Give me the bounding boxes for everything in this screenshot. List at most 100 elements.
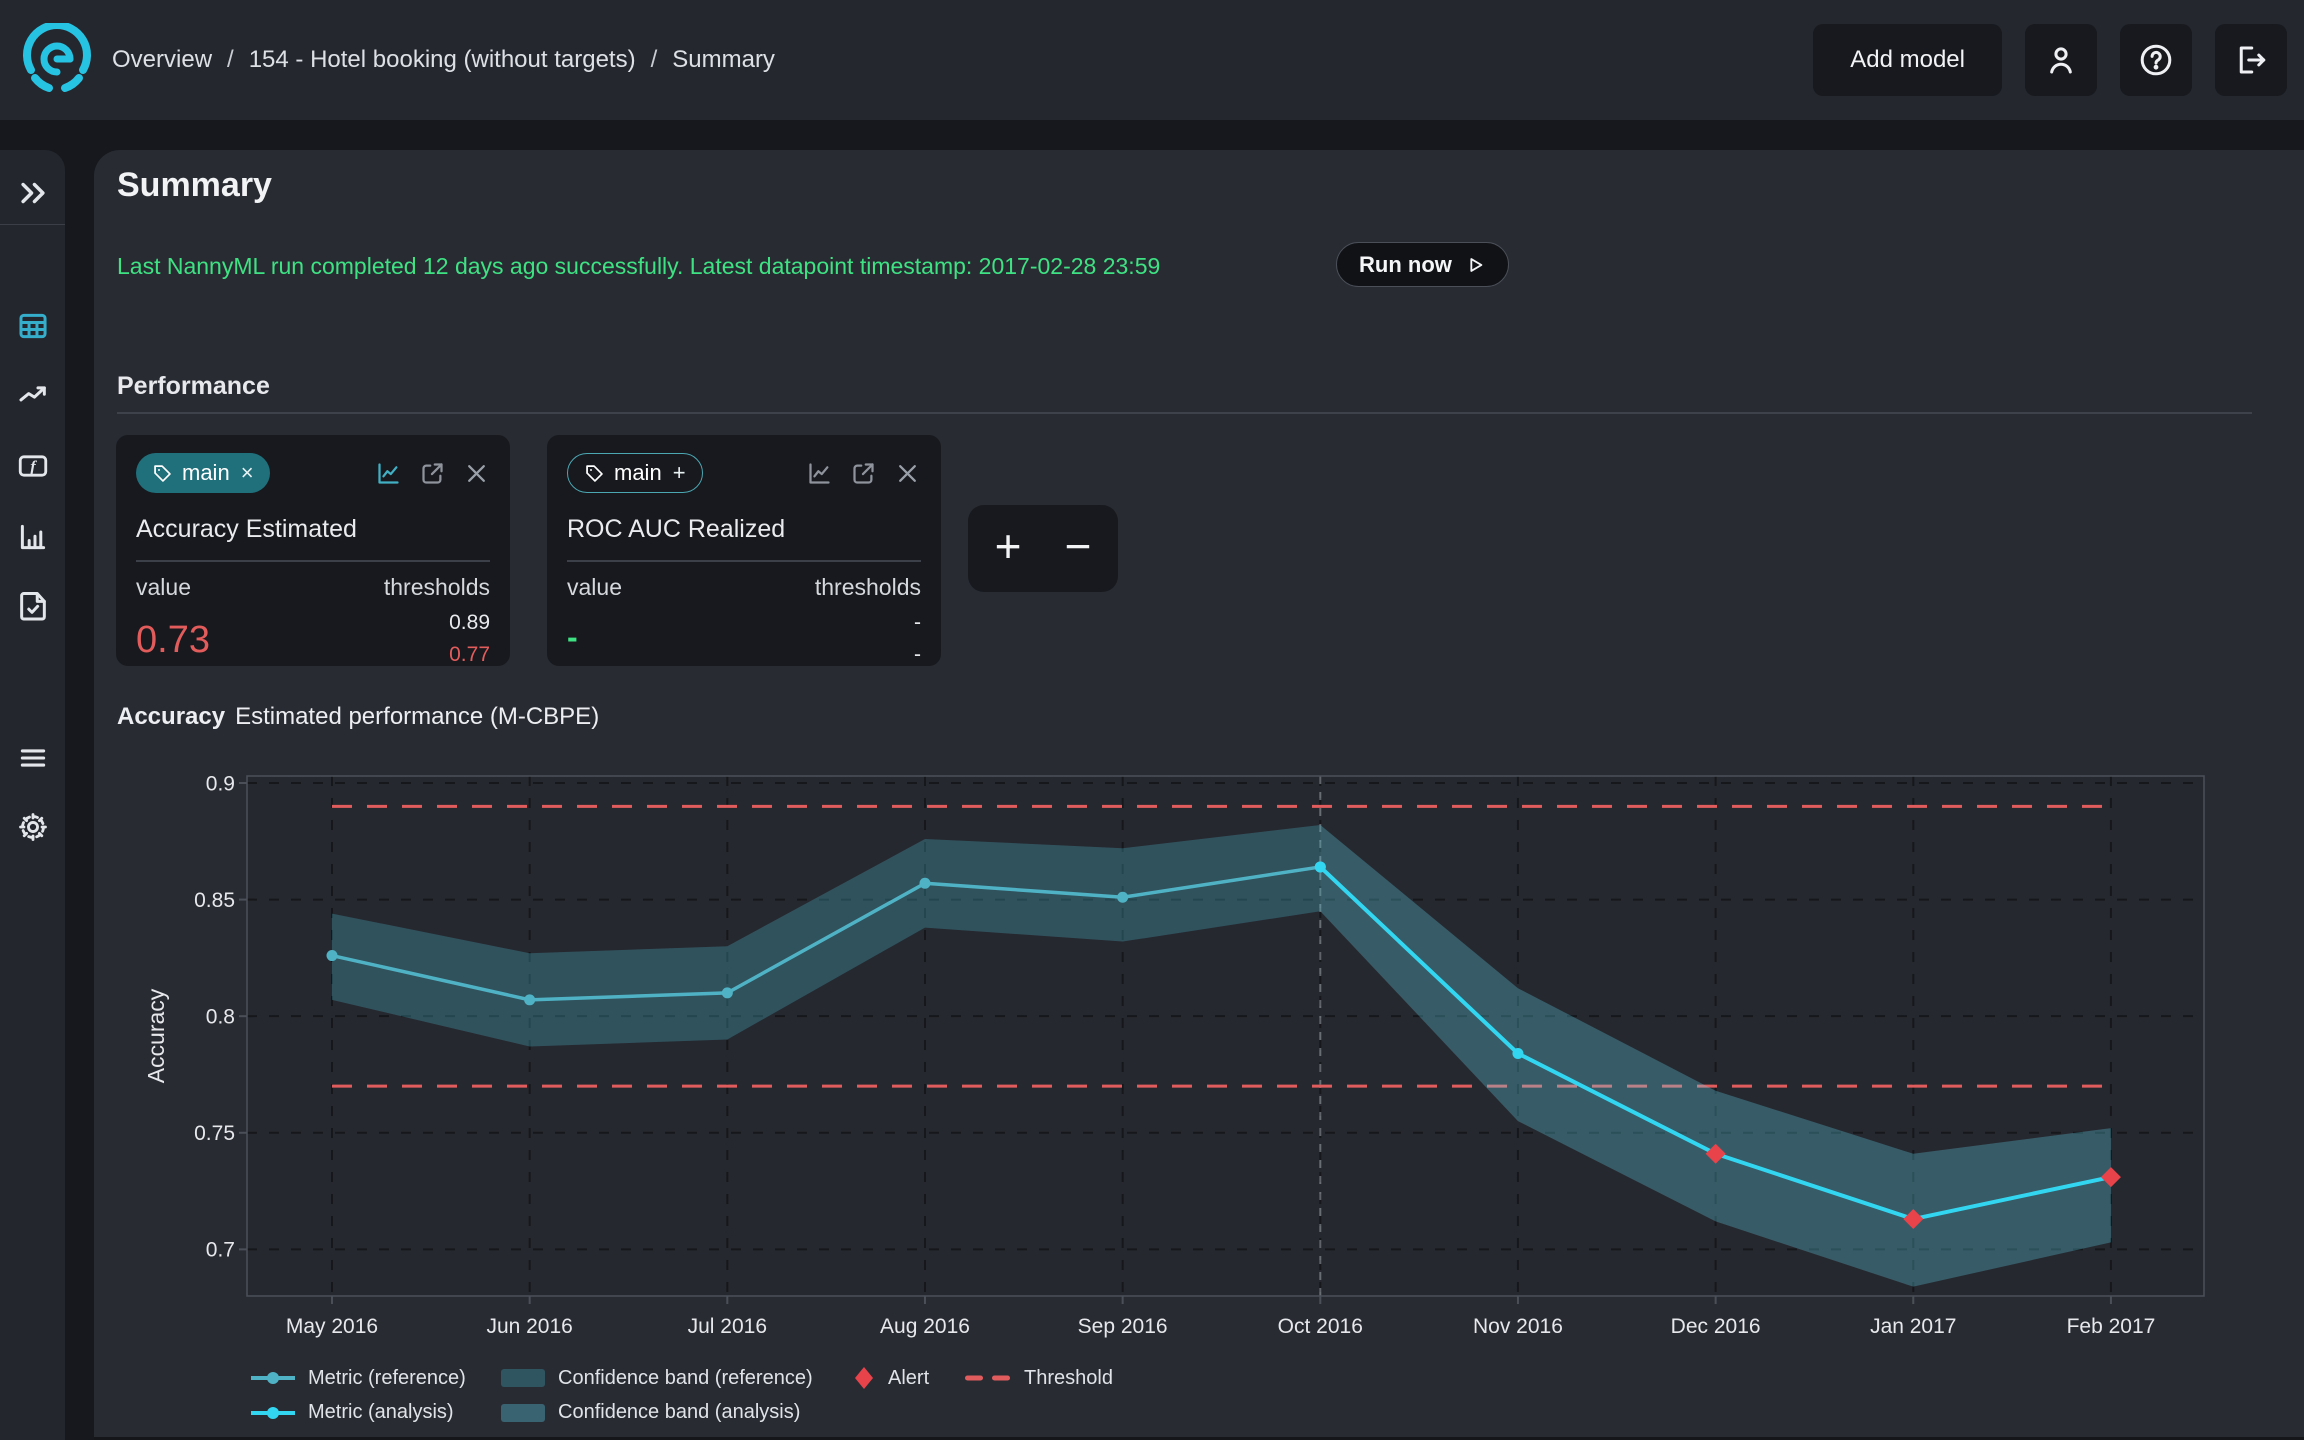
legend-label: Alert (888, 1367, 929, 1390)
legend-alert[interactable]: Alert (853, 1366, 965, 1390)
legend-label: Confidence band (analysis) (558, 1401, 800, 1424)
tag-pill-main[interactable]: main × (136, 453, 270, 493)
chart-legend: Metric (reference) Confidence band (refe… (251, 1366, 1185, 1424)
data-point-marker[interactable] (327, 950, 338, 961)
sidebar-item-settings[interactable] (0, 804, 65, 850)
chart-title: Accuracy Estimated performance (M-CBPE) (117, 703, 599, 731)
legend-metric-analysis[interactable]: Metric (analysis) (251, 1401, 501, 1424)
breadcrumb-overview[interactable]: Overview (112, 46, 212, 74)
x-axis-label: Nov 2016 (1473, 1315, 1563, 1338)
sidebar-item-menu[interactable] (0, 735, 65, 781)
breadcrumb: Overview / 154 - Hotel booking (without … (112, 0, 775, 120)
status-message: Last NannyML run completed 12 days ago s… (117, 253, 1160, 280)
legend-label: Confidence band (reference) (558, 1367, 813, 1390)
threshold-high: 0.89 (449, 607, 490, 639)
page-title: Summary (117, 166, 272, 205)
close-icon[interactable] (894, 460, 921, 487)
svg-text:f: f (30, 457, 37, 476)
x-axis-label: Dec 2016 (1671, 1315, 1761, 1338)
thresholds-label: thresholds (384, 574, 490, 601)
x-axis-label: Jun 2016 (486, 1315, 572, 1338)
nannyml-logo-icon[interactable] (21, 23, 93, 95)
user-button[interactable] (2025, 24, 2097, 96)
x-axis-label: May 2016 (286, 1315, 378, 1338)
main-panel: Summary Last NannyML run completed 12 da… (94, 150, 2304, 1437)
legend-label: Threshold (1024, 1367, 1113, 1390)
chevrons-right-icon (16, 176, 50, 210)
threshold-low: - (914, 639, 921, 671)
y-axis-label: 0.75 (194, 1122, 235, 1145)
tag-pill-main-add[interactable]: main + (567, 453, 703, 493)
metric-title: Accuracy Estimated (136, 515, 490, 544)
data-point-marker[interactable] (524, 994, 535, 1005)
help-button[interactable] (2120, 24, 2192, 96)
metric-value: - (567, 619, 578, 656)
bar-chart-icon (16, 520, 50, 554)
sidebar-item-concept-drift[interactable]: f (0, 443, 65, 489)
legend-threshold[interactable]: Threshold (965, 1367, 1185, 1390)
y-axis-label: 0.7 (206, 1239, 235, 1262)
tag-label: main (182, 460, 230, 486)
external-link-icon[interactable] (850, 460, 877, 487)
sidebar-item-summary[interactable] (0, 303, 65, 349)
external-link-icon[interactable] (419, 460, 446, 487)
data-point-marker[interactable] (1315, 861, 1326, 872)
breadcrumb-summary[interactable]: Summary (672, 46, 775, 74)
sidebar-item-data-quality[interactable] (0, 584, 65, 630)
line-chart-icon[interactable] (806, 460, 833, 487)
data-point-marker[interactable] (1512, 1048, 1523, 1059)
metric-add-remove-panel: + − (968, 505, 1118, 592)
table-grid-icon (16, 309, 50, 343)
legend-confidence-analysis[interactable]: Confidence band (analysis) (501, 1401, 853, 1424)
tag-add-icon[interactable]: + (673, 460, 686, 486)
run-now-label: Run now (1359, 252, 1452, 278)
function-icon: f (16, 449, 50, 483)
breadcrumb-model[interactable]: 154 - Hotel booking (without targets) (249, 46, 636, 74)
sidebar-expand-button[interactable] (0, 170, 65, 216)
chart-subtitle: Estimated performance (M-CBPE) (235, 703, 599, 730)
data-point-marker[interactable] (919, 878, 930, 889)
chart-metric-name: Accuracy (117, 703, 225, 730)
legend-metric-reference[interactable]: Metric (reference) (251, 1367, 501, 1390)
data-point-marker[interactable] (1117, 892, 1128, 903)
y-axis-label: 0.8 (206, 1006, 235, 1029)
x-axis-label: Sep 2016 (1078, 1315, 1168, 1338)
topbar-actions: Add model (1813, 24, 2287, 96)
sidebar-divider (0, 224, 65, 225)
value-label: value (136, 574, 191, 601)
metric-card-roc-auc-realized: main + ROC AUC Realized (547, 435, 941, 666)
tag-label: main (614, 460, 662, 486)
legend-label: Metric (analysis) (308, 1401, 454, 1424)
metric-value: 0.73 (136, 619, 210, 662)
play-icon (1464, 254, 1486, 276)
x-axis-label: Aug 2016 (880, 1315, 970, 1338)
x-axis-label: Jan 2017 (1870, 1315, 1956, 1338)
add-metric-button[interactable]: + (980, 523, 1036, 575)
menu-icon (16, 741, 50, 775)
topbar: Overview / 154 - Hotel booking (without … (0, 0, 2304, 120)
app-root: Overview / 154 - Hotel booking (without … (0, 0, 2304, 1440)
close-icon[interactable] (463, 460, 490, 487)
tag-remove-icon[interactable]: × (241, 460, 254, 486)
tag-icon (584, 463, 605, 484)
line-chart-icon[interactable] (375, 460, 402, 487)
sidebar-item-performance[interactable] (0, 372, 65, 418)
sidebar-item-distribution[interactable] (0, 514, 65, 560)
data-point-marker[interactable] (722, 987, 733, 998)
threshold-high: - (914, 607, 921, 639)
gear-icon (16, 810, 50, 844)
trend-up-icon (16, 378, 50, 412)
help-icon (2138, 42, 2174, 78)
threshold-low: 0.77 (449, 639, 490, 671)
logout-button[interactable] (2215, 24, 2287, 96)
run-now-button[interactable]: Run now (1336, 242, 1509, 287)
x-axis-label: Feb 2017 (2067, 1315, 2156, 1338)
x-axis-label: Oct 2016 (1278, 1315, 1363, 1338)
breadcrumb-separator: / (651, 46, 658, 74)
legend-confidence-reference[interactable]: Confidence band (reference) (501, 1367, 853, 1390)
document-check-icon (16, 590, 50, 624)
add-model-button[interactable]: Add model (1813, 24, 2002, 96)
accuracy-chart[interactable]: May 2016Jun 2016Jul 2016Aug 2016Sep 2016… (94, 750, 2304, 1380)
logout-icon (2233, 42, 2269, 78)
remove-metric-button[interactable]: − (1050, 523, 1106, 575)
